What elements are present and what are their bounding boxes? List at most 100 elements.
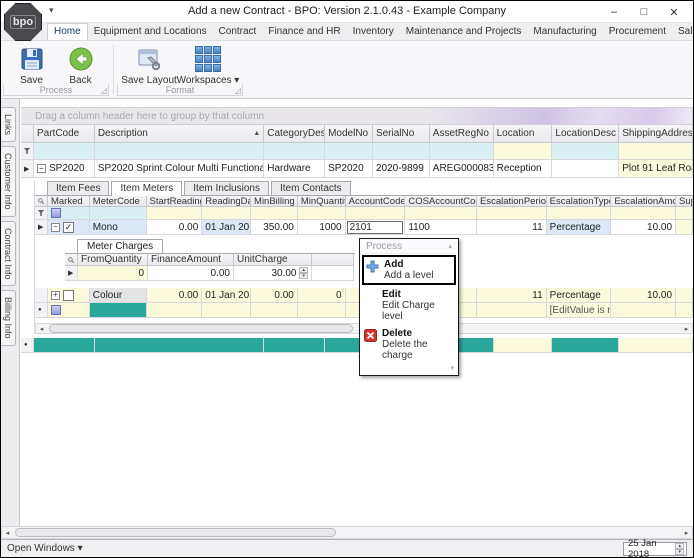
new-cell-categorydesc[interactable] — [264, 338, 326, 353]
cell-supp[interactable] — [676, 303, 693, 318]
filter-cell-escalationtype[interactable] — [546, 207, 612, 220]
scrollbar-thumb[interactable] — [49, 324, 354, 333]
column-header-escalationtype[interactable]: EscalationType — [546, 196, 612, 207]
filter-cell-modelno[interactable] — [325, 143, 373, 160]
workspaces-button[interactable]: Workspaces ▾ — [177, 44, 239, 86]
new-cell-shippingaddress[interactable] — [619, 338, 693, 353]
filter-cell-escalationperiod[interactable] — [476, 207, 547, 220]
cell-fromquantity[interactable]: 0 — [78, 266, 148, 281]
cell-shippingaddress[interactable]: Plot 91 Leaf Road, Fo — [619, 160, 693, 178]
column-header-metercode[interactable]: MeterCode — [89, 196, 147, 207]
filter-cell-metercode[interactable] — [89, 207, 147, 220]
column-header-modelno[interactable]: ModelNo — [325, 125, 373, 143]
column-header-minbilling[interactable]: MinBilling — [251, 196, 298, 207]
equipment-grid-hscrollbar[interactable]: ◂ ▸ — [1, 526, 693, 539]
cell-financeamount[interactable]: 0.00 — [148, 266, 234, 281]
filter-cell-minbilling[interactable] — [251, 207, 298, 220]
column-header-cosaccountcode[interactable]: COSAccountCode — [405, 196, 477, 207]
cell-escalationamount[interactable] — [611, 303, 677, 318]
tab-meter-charges[interactable]: Meter Charges — [77, 239, 164, 253]
close-button[interactable]: ✕ — [659, 1, 689, 23]
tab-item-inclusions[interactable]: Item Inclusions — [184, 181, 269, 195]
cell-categorydesc[interactable]: Hardware — [264, 160, 326, 178]
ribbon-tab-sales[interactable]: Sales — [672, 24, 693, 40]
column-header-escalationamount[interactable]: EscalationAmount — [611, 196, 677, 207]
collapse-row-icon[interactable]: − — [36, 164, 46, 173]
ribbon-tab-equipment-and-locations[interactable]: Equipment and Locations — [88, 24, 213, 40]
group-dialog-launcher-icon[interactable]: ◿ — [235, 86, 241, 95]
filter-cell-description[interactable] — [94, 143, 265, 160]
cell-escalationperiod[interactable] — [476, 303, 547, 318]
meter-row-mono[interactable]: ▶ −✓ Mono 0.00 01 Jan 2018 350.00 1000 2… — [35, 220, 693, 235]
cell-escalationtype-null[interactable]: [EditValue is null] — [546, 303, 612, 318]
column-header-marked[interactable]: Marked — [47, 196, 90, 207]
ribbon-tab-maintenance-and-projects[interactable]: Maintenance and Projects — [400, 24, 528, 40]
column-header-readingdate[interactable]: ReadingDate — [202, 196, 252, 207]
cell-minbilling[interactable]: 0.00 — [251, 288, 298, 303]
equipment-row-sp2020[interactable]: ▶ − SP2020 SP2020 Sprint Colour Multi Fun… — [21, 160, 693, 178]
filter-cell-marked[interactable] — [47, 207, 90, 220]
cell-minquantity[interactable]: 1000 — [297, 220, 346, 235]
date-spinner[interactable]: ▴ ▾ — [675, 542, 684, 555]
filter-cell-assetregno[interactable] — [429, 143, 494, 160]
cell-escalationperiod[interactable]: 11 — [476, 288, 547, 303]
column-header-categorydesc[interactable]: CategoryDesc — [264, 125, 326, 143]
column-header-shippingaddress[interactable]: ShippingAddress — [619, 125, 693, 143]
back-button[interactable]: Back — [56, 44, 105, 86]
ribbon-tab-contract[interactable]: Contract — [213, 24, 263, 40]
cell-description[interactable]: SP2020 Sprint Colour Multi Functional Co… — [94, 160, 265, 178]
save-button[interactable]: Save — [7, 44, 56, 86]
accountcode-edit-field[interactable]: 2101 — [346, 220, 404, 234]
cell-startreading[interactable]: 0.00 — [146, 288, 203, 303]
cell-escalationtype[interactable]: Percentage — [546, 288, 612, 303]
charge-row[interactable]: ▶ 0 0.00 30.00 ▴ ▾ — [65, 266, 355, 281]
column-header-startreading[interactable]: StartReading — [146, 196, 203, 207]
menu-scroll-caret-icon[interactable]: ▾ — [360, 364, 458, 372]
filter-cell-accountcode[interactable] — [345, 207, 406, 220]
menu-item-delete[interactable]: Delete Delete the charge — [360, 325, 458, 364]
column-header-fromquantity[interactable]: FromQuantity — [78, 254, 148, 266]
sidebar-tab-contract-info[interactable]: Contract Info — [1, 220, 16, 287]
cell-minquantity[interactable] — [297, 303, 346, 318]
new-cell-partcode[interactable] — [33, 338, 95, 353]
date-field[interactable]: 25 Jan 2018 ▴ ▾ — [623, 538, 687, 557]
filter-cell-cosaccountcode[interactable] — [405, 207, 477, 220]
cell-escalationamount[interactable]: 10.00 — [611, 220, 677, 235]
column-header-escalationperiod[interactable]: EscalationPeriod — [476, 196, 547, 207]
cell-minbilling[interactable]: 350.00 — [251, 220, 298, 235]
cell-cosaccountcode[interactable]: 1100 — [405, 220, 477, 235]
filter-cell-serialno[interactable] — [372, 143, 430, 160]
ribbon-tab-home[interactable]: Home — [47, 23, 88, 40]
ribbon-tab-inventory[interactable]: Inventory — [347, 24, 400, 40]
cell-supp[interactable] — [676, 288, 693, 303]
cell-startreading[interactable] — [146, 303, 203, 318]
filter-cell-startreading[interactable] — [146, 207, 203, 220]
scroll-left-icon[interactable]: ◂ — [36, 325, 47, 333]
cell-unitcharge[interactable]: 30.00 ▴ ▾ — [234, 266, 312, 281]
new-cell-location[interactable] — [493, 338, 553, 353]
column-header-assetregno[interactable]: AssetRegNo — [429, 125, 494, 143]
column-header-locationdesc[interactable]: LocationDesc — [552, 125, 620, 143]
collapse-row-icon[interactable]: − — [50, 222, 60, 232]
cell-minbilling[interactable] — [251, 303, 298, 318]
cell-escalationtype[interactable]: Percentage — [546, 220, 612, 235]
cell-readingdate[interactable]: 01 Jan 2018 — [202, 288, 252, 303]
filter-cell-locationdesc[interactable] — [552, 143, 620, 160]
cell-locationdesc[interactable] — [552, 160, 620, 178]
expand-row-icon[interactable]: + — [50, 290, 60, 300]
tab-item-contacts[interactable]: Item Contacts — [270, 181, 351, 195]
ribbon-tab-finance-and-hr[interactable]: Finance and HR — [262, 24, 346, 40]
filter-cell-categorydesc[interactable] — [264, 143, 326, 160]
cell-escalationamount[interactable]: 10.00 — [611, 288, 677, 303]
scrollbar-thumb[interactable] — [15, 528, 336, 537]
filter-cell-partcode[interactable] — [33, 143, 95, 160]
search-icon[interactable] — [35, 196, 48, 207]
save-layout-button[interactable]: Save Layout — [121, 44, 177, 86]
maximize-button[interactable]: □ — [629, 1, 659, 23]
sidebar-tab-billing-info[interactable]: Billing Info — [1, 290, 16, 346]
cell-serialno[interactable]: 2020-9899 — [372, 160, 430, 178]
scroll-left-icon[interactable]: ◂ — [2, 529, 13, 537]
cell-startreading[interactable]: 0.00 — [146, 220, 203, 235]
cell-marked[interactable]: + — [47, 288, 90, 303]
scroll-right-icon[interactable]: ▸ — [681, 529, 692, 537]
